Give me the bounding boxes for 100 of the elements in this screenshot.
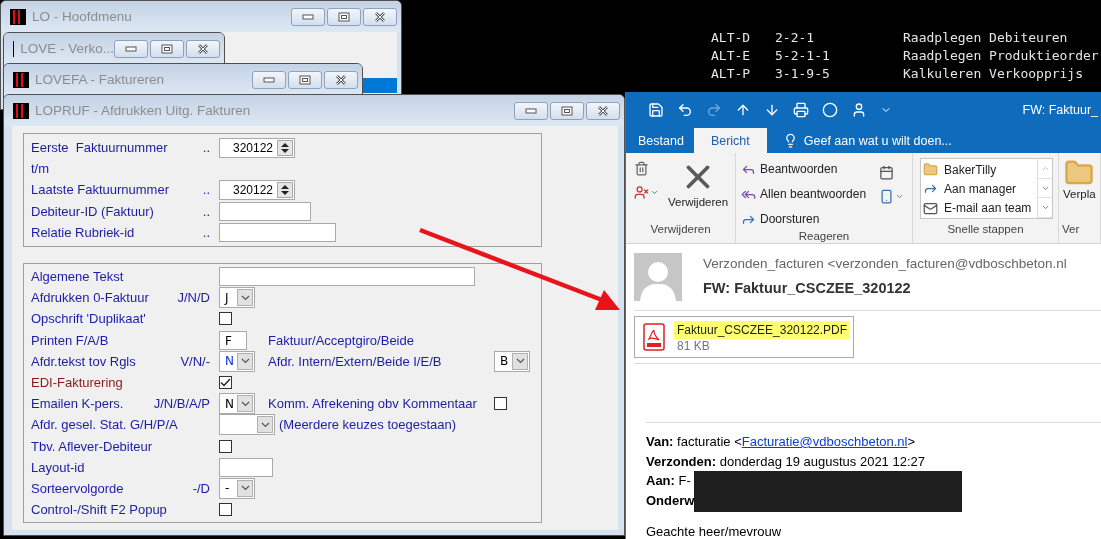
dropdown[interactable]: N xyxy=(219,350,255,372)
text-field[interactable] xyxy=(219,222,336,242)
delete-button[interactable]: Verwijderen xyxy=(666,158,731,223)
checkbox[interactable] xyxy=(219,503,232,517)
close-icon xyxy=(197,43,209,54)
down-arrow-icon[interactable] xyxy=(764,102,780,118)
field-label: Komm. Afrekening obv Kommentaar xyxy=(268,396,478,412)
maximize-button[interactable] xyxy=(150,39,184,58)
dropdown[interactable]: J xyxy=(219,287,255,309)
checkbox[interactable] xyxy=(494,397,507,411)
dropdown[interactable]: - xyxy=(219,477,255,499)
respond-button[interactable]: Beantwoorden xyxy=(741,158,867,180)
number-field[interactable]: 320122 xyxy=(219,179,295,200)
field-hint: .. xyxy=(202,182,210,198)
up-arrow-icon[interactable] xyxy=(735,102,751,118)
move-button[interactable]: Verpla xyxy=(1061,158,1098,223)
ribbon-tab[interactable]: Bestand xyxy=(634,128,688,153)
field-label: Afdr. gesel. Stat. G/H/P/A xyxy=(31,417,178,433)
minimize-icon xyxy=(263,76,275,83)
pdf-icon xyxy=(643,323,665,351)
close-button[interactable] xyxy=(324,70,358,89)
trash-icon xyxy=(634,161,649,176)
maximize-button[interactable] xyxy=(550,101,584,120)
quick-step[interactable]: BakerTilly xyxy=(921,160,1037,180)
text-field[interactable] xyxy=(219,267,475,287)
user-block-icon xyxy=(634,185,649,200)
maximize-icon xyxy=(561,105,573,116)
printer-icon[interactable] xyxy=(793,102,809,118)
attachment[interactable]: Faktuur_CSCZEE_320122.PDF 81 KB xyxy=(634,316,854,358)
circle-icon[interactable] xyxy=(822,102,838,118)
attachment-size: 81 KB xyxy=(676,339,710,353)
shortcut-key: ALT-D xyxy=(711,29,775,47)
field-label: Laatste Faktuurnummer xyxy=(31,182,169,198)
minimize-icon xyxy=(302,13,314,20)
checkbox[interactable] xyxy=(219,439,232,453)
text-field[interactable]: F xyxy=(219,330,247,350)
quick-step[interactable]: E-mail aan team xyxy=(921,198,1037,218)
save-icon[interactable] xyxy=(648,102,664,118)
field-hint: -/D xyxy=(192,480,210,496)
dropdown[interactable]: N xyxy=(219,393,255,415)
maximize-button[interactable] xyxy=(327,7,361,26)
person-icon[interactable] xyxy=(851,102,867,118)
text-field[interactable] xyxy=(219,201,311,221)
checkbox[interactable] xyxy=(219,312,232,326)
field-note: (Meerdere keuzes toegestaan) xyxy=(279,417,457,433)
respond-button[interactable]: Allen beantwoorden xyxy=(741,183,867,205)
number-field[interactable]: 320122 xyxy=(219,137,295,158)
close-button[interactable] xyxy=(586,101,620,120)
group-label: Verwijderen xyxy=(650,223,711,237)
field-label: Afdr. Intern/Extern/Beide I/E/B xyxy=(268,353,443,369)
sender: Verzonden_facturen <verzonden_facturen@vdboschbeton.nl xyxy=(703,256,1067,271)
calendar-icon xyxy=(879,165,894,180)
maximize-button[interactable] xyxy=(288,70,322,89)
window-title: LO - Hoofdmenu xyxy=(32,9,133,24)
close-button[interactable] xyxy=(186,39,220,58)
quick-step[interactable]: Aan manager xyxy=(921,179,1037,199)
field-label: Sorteervolgorde xyxy=(31,480,124,496)
undo-icon[interactable] xyxy=(677,102,693,118)
close-icon xyxy=(335,74,347,85)
field-label: Afdrukken 0-Faktuur xyxy=(31,290,149,306)
attachment-name: Faktuur_CSCZEE_320122.PDF xyxy=(674,321,851,339)
email-link[interactable]: Facturatie@vdboschbeton.nl xyxy=(741,434,908,449)
text-field[interactable] xyxy=(219,457,273,477)
tell-me-field[interactable]: Geef aan wat u wilt doen... xyxy=(803,133,952,148)
window-title: LOVEFA - Faktureren xyxy=(35,72,166,87)
field-label: Afdr.tekst tov Rgls xyxy=(31,353,136,369)
field-label: Relatie Rubriek-id xyxy=(31,224,135,240)
avatar xyxy=(634,253,682,301)
field-label: Control-/Shift F2 Popup xyxy=(31,502,167,518)
field-label: Eerste Faktuurnummer xyxy=(31,140,168,156)
field-hint: V/N/- xyxy=(180,353,210,369)
shortcut-key: ALT-P xyxy=(711,65,775,83)
caret-icon xyxy=(650,188,659,197)
minimize-icon xyxy=(125,45,137,52)
checkbox[interactable] xyxy=(219,375,232,389)
menu-code: 3-1-9-5 xyxy=(775,65,831,83)
field-label: Printen F/A/B xyxy=(31,332,109,348)
respond-button[interactable]: Doorsturen xyxy=(741,208,867,230)
field-label: Debiteur-ID (Faktuur) xyxy=(31,203,154,219)
field-label: EDI-Fakturering xyxy=(31,374,123,390)
field-hint: .. xyxy=(202,224,210,240)
window-title: LOVE - Verko... xyxy=(20,41,114,56)
dropdown[interactable]: B xyxy=(494,350,530,372)
maximize-icon xyxy=(338,11,350,22)
menu-code: 2-2-1 xyxy=(775,29,816,47)
maximize-icon xyxy=(299,74,311,85)
field-label: Emailen K-pers. xyxy=(31,396,124,412)
group-label: Snelle stappen xyxy=(947,223,1024,237)
message-subject: FW: Faktuur_CSCZEE_320122 xyxy=(703,280,912,296)
menu-description: Kalkuleren Verkoopprijs xyxy=(903,65,1084,83)
ribbon-tab[interactable]: Bericht xyxy=(693,128,767,153)
to-line: Aan: F- xyxy=(646,472,692,490)
close-button[interactable] xyxy=(363,7,397,26)
close-icon xyxy=(597,105,609,116)
field-label: Tbv. Aflever-Debiteur xyxy=(31,438,153,454)
menu-description: Raadplegen Debiteuren xyxy=(903,29,1069,47)
caret-icon xyxy=(895,192,904,201)
close-icon xyxy=(374,11,386,22)
device-icon xyxy=(879,189,894,204)
minimize-icon xyxy=(525,107,537,114)
